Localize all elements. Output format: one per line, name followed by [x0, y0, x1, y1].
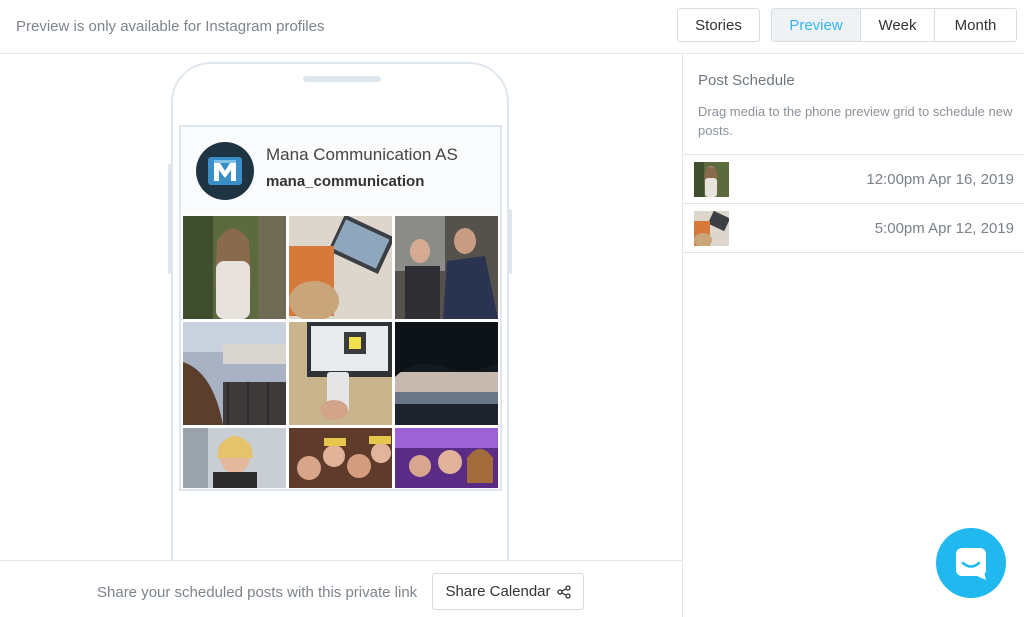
photo-tile[interactable]	[183, 428, 286, 488]
scheduled-post-row[interactable]: 12:00pm Apr 16, 2019	[683, 154, 1024, 204]
chat-launcher-button[interactable]	[936, 528, 1006, 598]
view-toggle-group: Preview Week Month	[771, 8, 1017, 42]
scheduled-post-thumbnail	[694, 162, 729, 197]
scheduled-post-thumbnail	[694, 211, 729, 246]
chat-icon	[956, 548, 986, 580]
phone-preview-area: Mana Communication AS mana_communication	[0, 54, 682, 560]
photo-tile[interactable]	[395, 216, 498, 319]
week-view-button[interactable]: Week	[860, 8, 935, 42]
photo-tile[interactable]	[289, 322, 392, 425]
share-description: Share your scheduled posts with this pri…	[97, 584, 418, 601]
scheduled-post-row[interactable]: 5:00pm Apr 12, 2019	[683, 203, 1024, 253]
share-calendar-label: Share Calendar	[445, 583, 551, 600]
preview-view-button[interactable]: Preview	[771, 8, 861, 42]
share-icon	[556, 584, 571, 599]
stories-button[interactable]: Stories	[677, 8, 760, 42]
profile-name: Mana Communication AS	[266, 145, 458, 164]
profile-handle: mana_communication	[266, 173, 425, 190]
profile-avatar	[196, 142, 254, 200]
brand-logo-icon	[208, 157, 242, 185]
instagram-preview-screen: Mana Communication AS mana_communication	[179, 125, 502, 491]
phone-side-button	[508, 209, 512, 274]
panel-description: Drag media to the phone preview grid to …	[698, 104, 1013, 138]
scheduled-post-time: 5:00pm Apr 12, 2019	[874, 220, 1014, 237]
panel-title: Post Schedule	[698, 72, 795, 89]
share-calendar-button[interactable]: Share Calendar	[432, 573, 584, 610]
top-bar: Preview is only available for Instagram …	[0, 0, 1024, 54]
month-view-button[interactable]: Month	[934, 8, 1017, 42]
scheduled-post-time: 12:00pm Apr 16, 2019	[866, 171, 1014, 188]
photo-tile[interactable]	[183, 322, 286, 425]
photo-tile[interactable]	[395, 428, 498, 488]
photo-tile[interactable]	[289, 216, 392, 319]
photo-tile[interactable]	[289, 428, 392, 488]
photo-tile[interactable]	[183, 216, 286, 319]
phone-side-button	[168, 164, 172, 274]
photo-tile[interactable]	[395, 322, 498, 425]
preview-notice: Preview is only available for Instagram …	[16, 18, 325, 35]
profile-header: Mana Communication AS mana_communication	[181, 127, 500, 215]
share-footer: Share your scheduled posts with this pri…	[0, 560, 682, 617]
phone-speaker	[303, 76, 381, 82]
